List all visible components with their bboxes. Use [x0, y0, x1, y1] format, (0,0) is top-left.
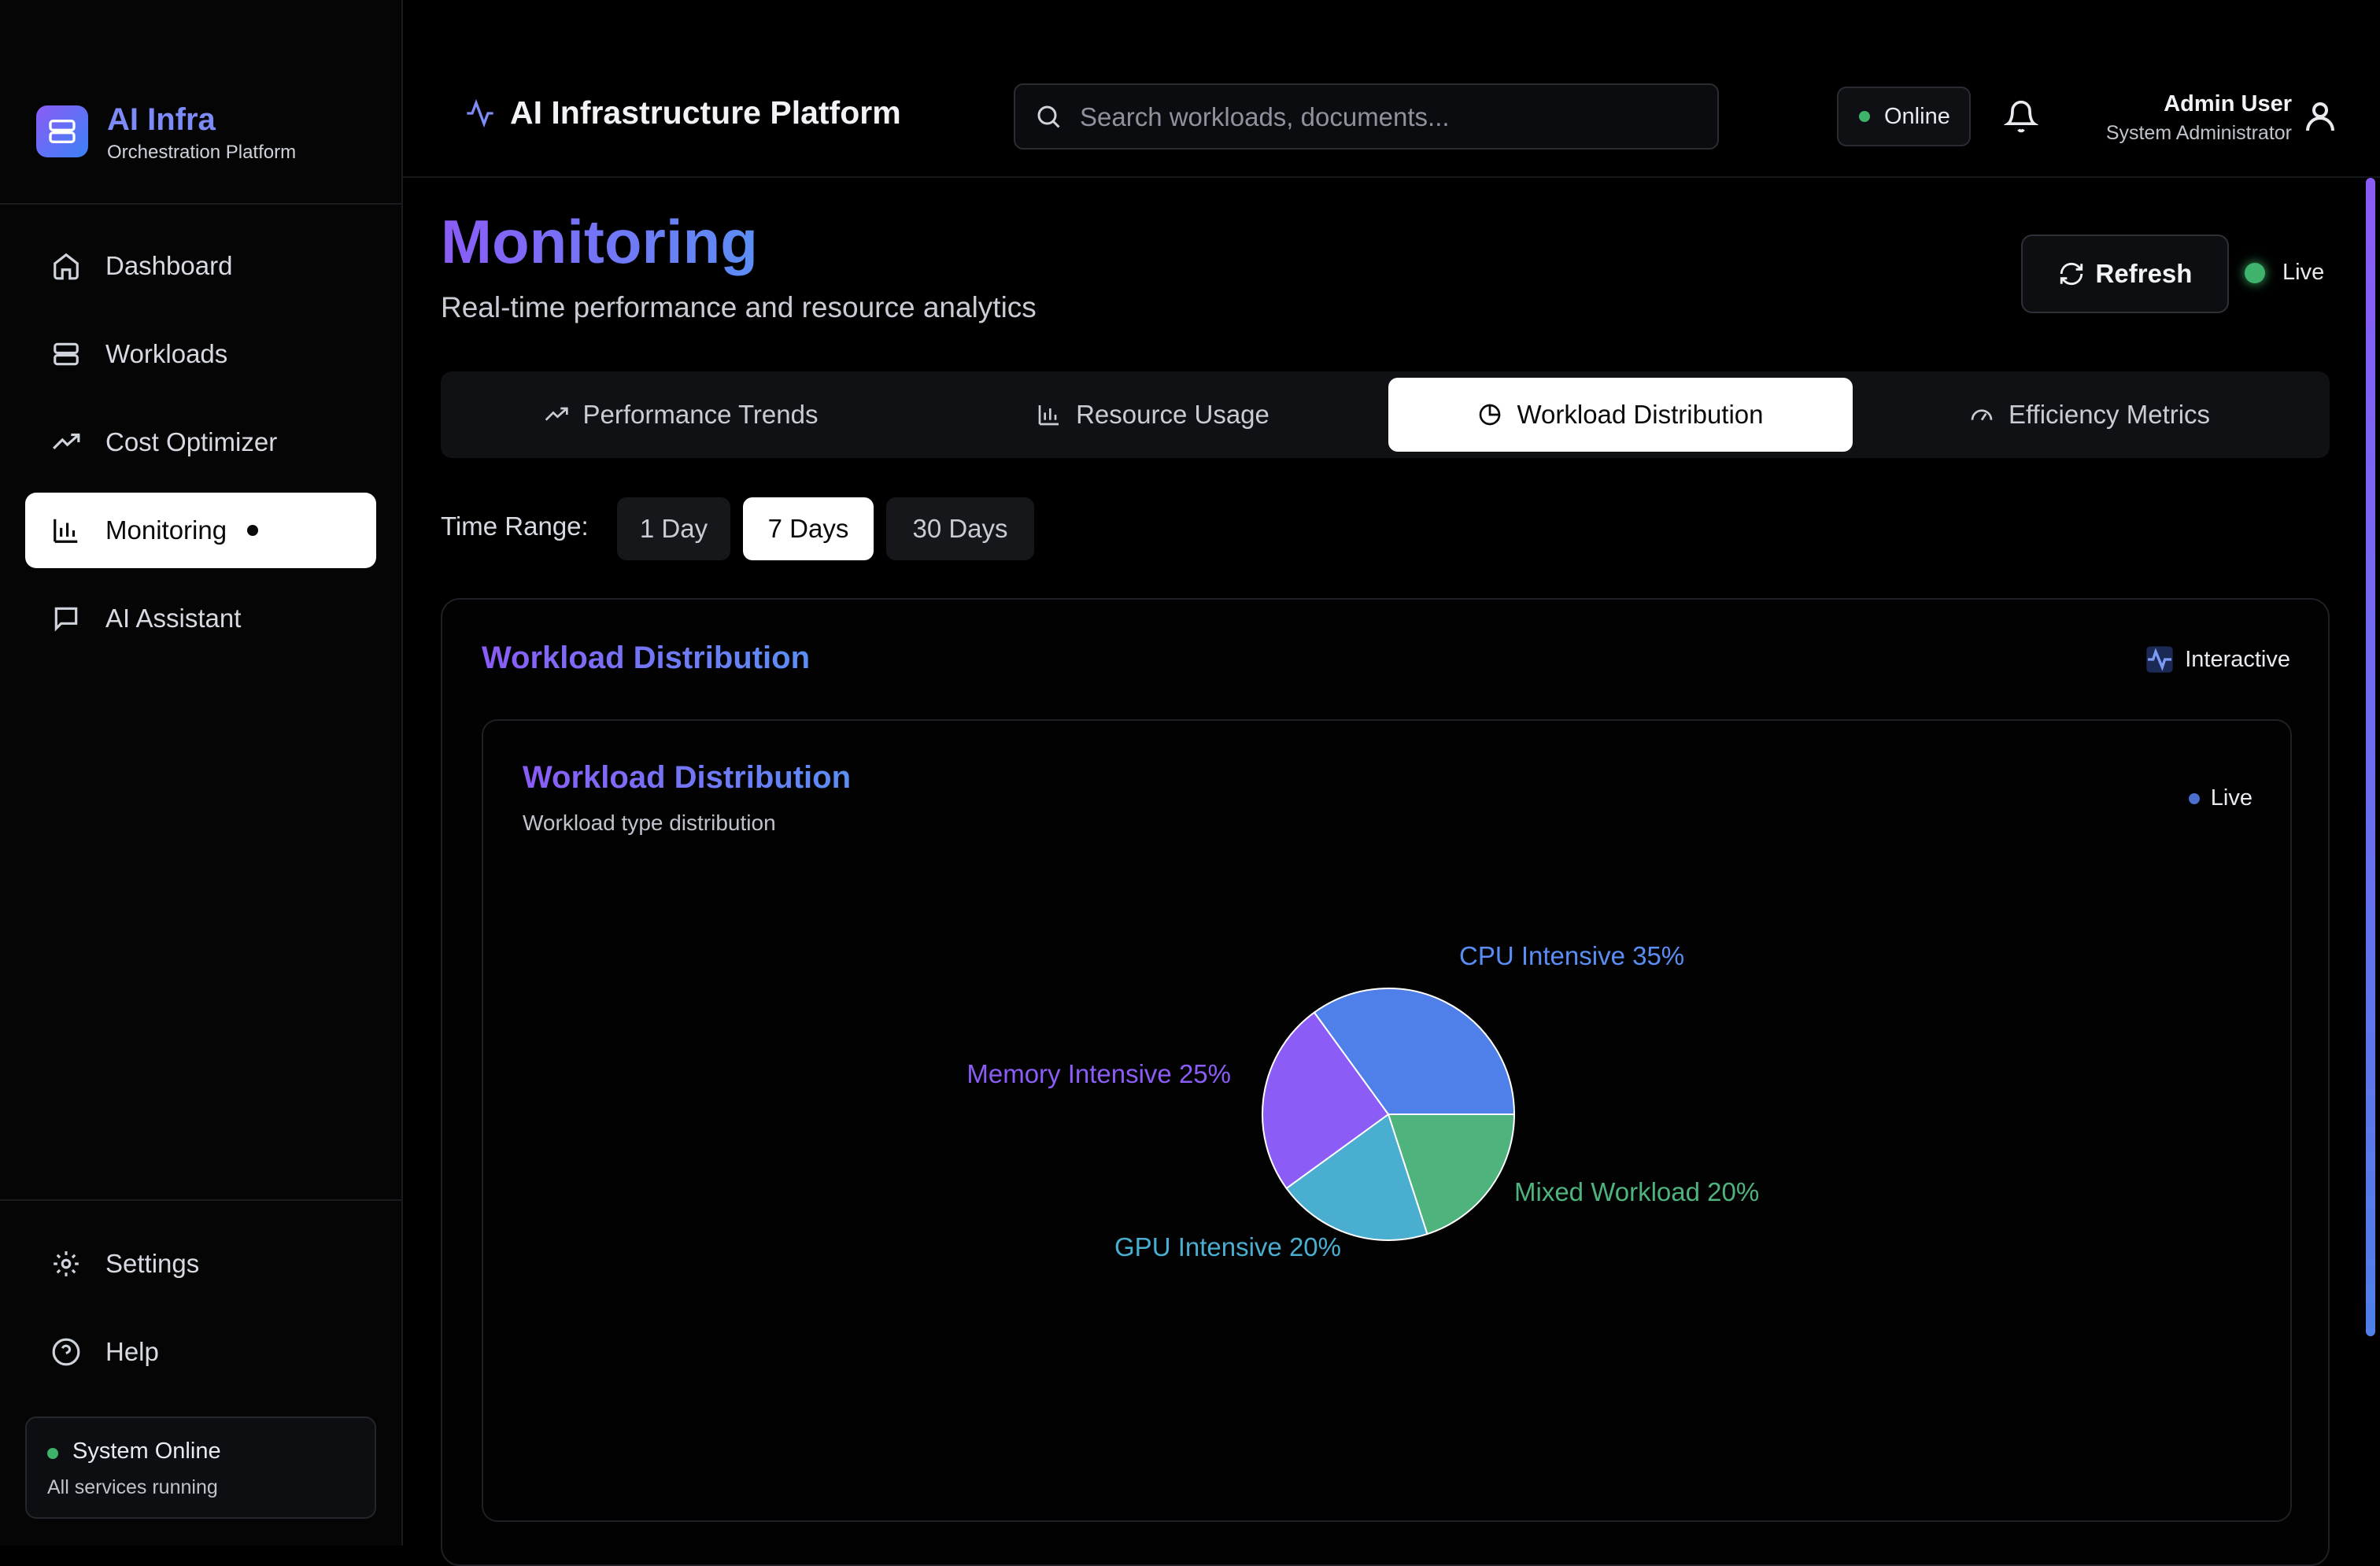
- tab-label: Efficiency Metrics: [2008, 400, 2211, 429]
- server-icon: [50, 338, 82, 370]
- message-icon: [50, 603, 82, 634]
- sidebar-item-dashboard[interactable]: Dashboard: [25, 228, 376, 304]
- trending-up-icon: [50, 427, 82, 458]
- server-logo-icon: [36, 105, 88, 157]
- refresh-icon: [2060, 262, 2082, 286]
- pie-chart[interactable]: CPU Intensive 35% Mixed Workload 20% GPU I…: [483, 721, 2290, 1520]
- monitoring-tabs: Performance Trends Resource Usage Worklo…: [441, 371, 2330, 458]
- sidebar-item-label: Monitoring: [105, 515, 227, 545]
- user-icon[interactable]: [2301, 98, 2339, 135]
- time-range-label: Time Range:: [441, 512, 589, 541]
- sidebar-bottom-nav: Settings Help: [25, 1226, 376, 1402]
- pie-label-cpu-intensive: CPU Intensive 35%: [1459, 941, 1684, 970]
- refresh-button[interactable]: Refresh: [2021, 235, 2229, 313]
- tab-label: Performance Trends: [582, 400, 819, 429]
- chart-card: Workload Distribution Workload type dist…: [482, 719, 2292, 1522]
- panel-title: Workload Distribution: [482, 641, 811, 675]
- scrollbar[interactable]: [2366, 178, 2375, 1336]
- sidebar-divider: [0, 203, 401, 205]
- time-range-1-day[interactable]: 1 Day: [617, 497, 730, 560]
- brand-subtitle: Orchestration Platform: [107, 142, 297, 163]
- brand[interactable]: AI Infra Orchestration Platform: [36, 102, 382, 165]
- online-status-badge: Online: [1837, 87, 1971, 146]
- page-subtitle: Real-time performance and resource analy…: [441, 291, 1037, 323]
- sidebar-item-label: Help: [105, 1337, 159, 1366]
- sidebar-item-workloads[interactable]: Workloads: [25, 316, 376, 392]
- brand-title: AI Infra: [107, 102, 216, 137]
- live-dot: [2245, 262, 2265, 283]
- gauge-icon: [1971, 409, 1993, 421]
- sidebar-item-label: Cost Optimizer: [105, 427, 278, 456]
- page-title: Monitoring: [441, 207, 758, 276]
- tab-workload-distribution[interactable]: Workload Distribution: [1388, 378, 1853, 452]
- time-range-7-days[interactable]: 7 Days: [743, 497, 874, 560]
- user-role: System Administrator: [2105, 122, 2292, 144]
- time-range-30-days[interactable]: 30 Days: [886, 497, 1034, 560]
- pie-chart-icon: [1480, 404, 1501, 426]
- tab-label: Workload Distribution: [1517, 400, 1764, 429]
- sidebar-item-label: Dashboard: [105, 251, 233, 280]
- tab-label: Resource Usage: [1076, 400, 1269, 429]
- sidebar: AI Infra Orchestration Platform Dashboar…: [0, 0, 403, 1546]
- pie-label-gpu-intensive: GPU Intensive 20%: [1114, 1232, 1341, 1261]
- system-status-card: System Online All services running: [25, 1416, 376, 1519]
- tab-performance-trends[interactable]: Performance Trends: [449, 378, 913, 452]
- activity-icon: [467, 98, 493, 127]
- sidebar-item-cost-optimizer[interactable]: Cost Optimizer: [25, 404, 376, 480]
- bar-chart-icon: [50, 515, 82, 546]
- status-dot: [47, 1448, 58, 1459]
- sidebar-item-label: Settings: [105, 1249, 200, 1278]
- online-label: Online: [1884, 103, 1950, 129]
- activity-icon: [2146, 646, 2173, 673]
- search-input[interactable]: [1078, 85, 1695, 150]
- sidebar-item-monitoring[interactable]: Monitoring: [25, 493, 376, 568]
- pie-label-mixed-workload: Mixed Workload 20%: [1514, 1177, 1759, 1206]
- search-box[interactable]: [1014, 83, 1719, 150]
- home-icon: [50, 250, 82, 282]
- system-status-detail: All services running: [47, 1476, 218, 1498]
- sidebar-item-label: AI Assistant: [105, 604, 242, 633]
- help-circle-icon: [50, 1336, 82, 1368]
- app-title: AI Infrastructure Platform: [464, 94, 901, 131]
- tab-resource-usage[interactable]: Resource Usage: [921, 378, 1385, 452]
- sidebar-item-help[interactable]: Help: [25, 1314, 376, 1390]
- bar-chart-icon: [1038, 405, 1059, 426]
- pie-label-memory-intensive: Memory Intensive 25%: [966, 1059, 1231, 1088]
- sidebar-item-settings[interactable]: Settings: [25, 1226, 376, 1302]
- search-icon: [1037, 105, 1060, 128]
- system-status-title: System Online: [72, 1439, 221, 1464]
- sidebar-nav: Dashboard Workloads Cost Optimizer Monit…: [25, 228, 376, 669]
- sidebar-divider: [0, 1199, 401, 1201]
- trending-up-icon: [545, 407, 568, 421]
- bell-icon[interactable]: [2004, 99, 2038, 134]
- tab-efficiency-metrics[interactable]: Efficiency Metrics: [1857, 378, 2322, 452]
- online-dot: [1859, 111, 1870, 122]
- top-header: AI Infrastructure Platform Online Admin …: [403, 55, 2380, 178]
- app-title-text: AI Infrastructure Platform: [510, 94, 901, 131]
- sidebar-item-ai-assistant[interactable]: AI Assistant: [25, 581, 376, 656]
- gear-icon: [50, 1248, 82, 1280]
- refresh-label: Refresh: [2095, 259, 2193, 288]
- workload-distribution-panel: Workload Distribution Interactive Worklo…: [441, 598, 2330, 1566]
- interactive-badge: Interactive: [2144, 644, 2290, 675]
- live-label: Live: [2282, 260, 2325, 285]
- user-name: Admin User: [2164, 91, 2292, 116]
- live-indicator: Live: [2245, 260, 2324, 286]
- active-indicator-dot: [247, 525, 259, 536]
- interactive-label: Interactive: [2185, 646, 2290, 672]
- sidebar-item-label: Workloads: [105, 339, 228, 368]
